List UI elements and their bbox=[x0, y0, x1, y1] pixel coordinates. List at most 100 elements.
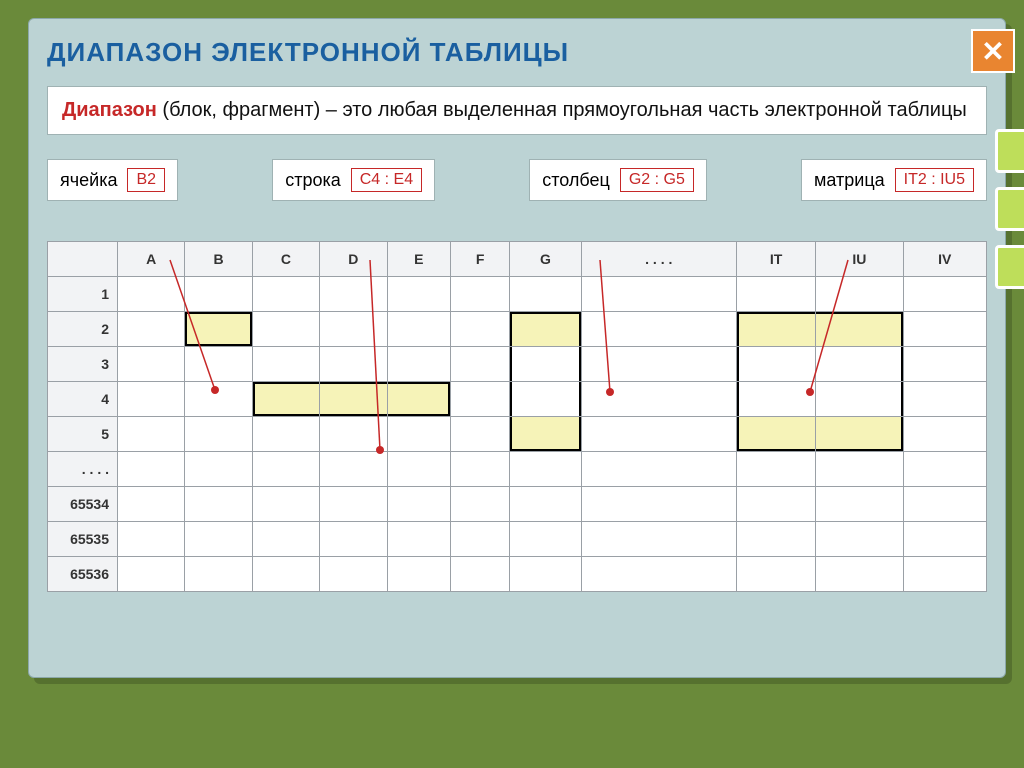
cell bbox=[510, 557, 581, 592]
table-row: 3 bbox=[48, 347, 987, 382]
cell bbox=[450, 347, 509, 382]
cell bbox=[118, 312, 185, 347]
definition-text: (блок, фрагмент) – это любая выделенная … bbox=[157, 99, 967, 121]
slide-title: ДИАПАЗОН ЭЛЕКТРОННОЙ ТАБЛИЦЫ bbox=[47, 37, 987, 68]
row-header: 1 bbox=[48, 277, 118, 312]
row-header: 3 bbox=[48, 347, 118, 382]
cell bbox=[903, 382, 986, 417]
legend-cell-label: ячейка bbox=[60, 170, 117, 191]
row-header: . . . . bbox=[48, 452, 118, 487]
cell bbox=[736, 277, 815, 312]
cell bbox=[736, 347, 815, 382]
cell bbox=[581, 382, 736, 417]
row-header: 5 bbox=[48, 417, 118, 452]
cell bbox=[320, 557, 387, 592]
cell bbox=[736, 522, 815, 557]
cell bbox=[816, 487, 903, 522]
cell bbox=[118, 487, 185, 522]
row-header: 65536 bbox=[48, 557, 118, 592]
legend-col-label: столбец bbox=[542, 170, 610, 191]
legend-col-range: столбец G2 : G5 bbox=[529, 159, 707, 201]
cell bbox=[736, 557, 815, 592]
cell bbox=[816, 312, 903, 347]
cell bbox=[450, 487, 509, 522]
cell bbox=[320, 417, 387, 452]
cell bbox=[320, 347, 387, 382]
spreadsheet: ABCDEFG. . . .ITIUIV 12345. . . .6553465… bbox=[47, 241, 987, 592]
decorative-tabs bbox=[995, 129, 1024, 289]
row-header: 65534 bbox=[48, 487, 118, 522]
cell bbox=[387, 347, 450, 382]
cell bbox=[118, 347, 185, 382]
cell bbox=[450, 277, 509, 312]
cell bbox=[816, 277, 903, 312]
cell bbox=[816, 522, 903, 557]
legend-row-range: строка C4 : E4 bbox=[272, 159, 435, 201]
cell bbox=[903, 452, 986, 487]
cell bbox=[903, 277, 986, 312]
cell bbox=[450, 312, 509, 347]
cell bbox=[581, 452, 736, 487]
close-button[interactable]: ✕ bbox=[971, 29, 1015, 73]
cell bbox=[736, 382, 815, 417]
cell bbox=[118, 452, 185, 487]
cell bbox=[387, 277, 450, 312]
cell bbox=[510, 417, 581, 452]
cell bbox=[320, 487, 387, 522]
legend-row: ячейка B2 строка C4 : E4 столбец G2 : G5… bbox=[47, 159, 987, 201]
cell bbox=[185, 312, 252, 347]
col-header: IU bbox=[816, 242, 903, 277]
cell bbox=[816, 417, 903, 452]
cell bbox=[185, 487, 252, 522]
definition-box: Диапазон (блок, фрагмент) – это любая вы… bbox=[47, 86, 987, 135]
cell bbox=[387, 452, 450, 487]
table-row: . . . . bbox=[48, 452, 987, 487]
legend-cell: ячейка B2 bbox=[47, 159, 178, 201]
cell bbox=[320, 382, 387, 417]
cell bbox=[510, 277, 581, 312]
cell bbox=[450, 417, 509, 452]
cell bbox=[816, 452, 903, 487]
cell bbox=[252, 277, 319, 312]
legend-row-chip: C4 : E4 bbox=[351, 168, 422, 192]
cell bbox=[581, 277, 736, 312]
cell bbox=[581, 417, 736, 452]
table-row: 65534 bbox=[48, 487, 987, 522]
cell bbox=[185, 522, 252, 557]
cell bbox=[387, 487, 450, 522]
cell bbox=[118, 382, 185, 417]
cell bbox=[816, 557, 903, 592]
col-header: C bbox=[252, 242, 319, 277]
cell bbox=[510, 452, 581, 487]
cell bbox=[581, 487, 736, 522]
cell bbox=[185, 347, 252, 382]
table-row: 65536 bbox=[48, 557, 987, 592]
cell bbox=[736, 312, 815, 347]
cell bbox=[118, 522, 185, 557]
cell bbox=[387, 522, 450, 557]
row-header: 65535 bbox=[48, 522, 118, 557]
cell bbox=[510, 487, 581, 522]
col-header: A bbox=[118, 242, 185, 277]
table-row: 65535 bbox=[48, 522, 987, 557]
legend-row-label: строка bbox=[285, 170, 341, 191]
cell bbox=[252, 487, 319, 522]
table-row: 4 bbox=[48, 382, 987, 417]
table-row: 2 bbox=[48, 312, 987, 347]
cell bbox=[581, 522, 736, 557]
cell bbox=[185, 557, 252, 592]
cell bbox=[252, 312, 319, 347]
cell bbox=[450, 522, 509, 557]
cell bbox=[320, 277, 387, 312]
cell bbox=[118, 557, 185, 592]
cell bbox=[903, 487, 986, 522]
cell bbox=[320, 312, 387, 347]
cell bbox=[320, 452, 387, 487]
cell bbox=[816, 382, 903, 417]
cell bbox=[903, 312, 986, 347]
cell bbox=[387, 382, 450, 417]
definition-term: Диапазон bbox=[62, 99, 157, 121]
cell bbox=[903, 522, 986, 557]
row-header: 4 bbox=[48, 382, 118, 417]
table-row: 1 bbox=[48, 277, 987, 312]
